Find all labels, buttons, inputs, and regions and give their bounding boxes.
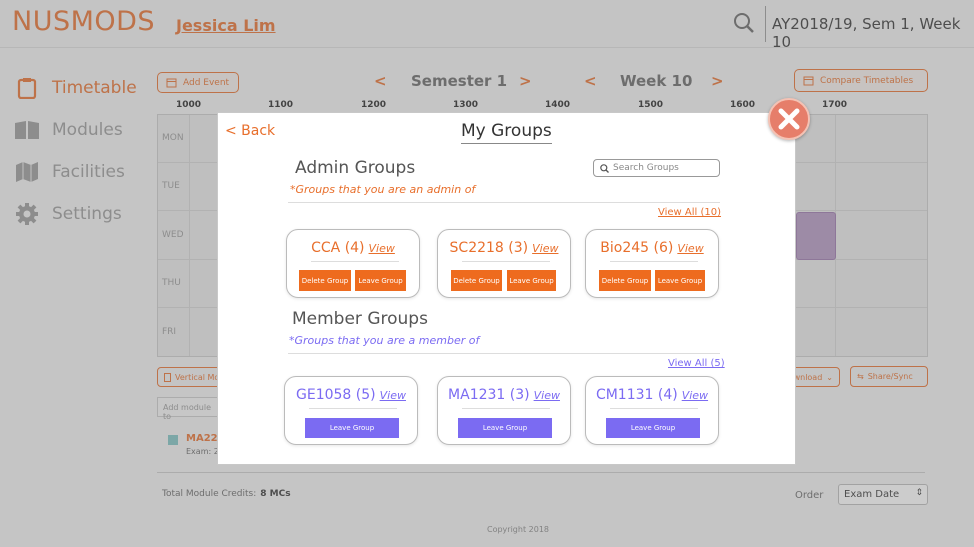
delete-group-button[interactable]: Delete Group	[299, 270, 351, 291]
back-button[interactable]: < Back	[225, 123, 275, 139]
admin-group-card: SC2218 (3) View Delete Group Leave Group	[437, 229, 571, 298]
group-name: CM1131 (4) View	[586, 387, 718, 403]
leave-group-button[interactable]: Leave Group	[606, 418, 700, 438]
group-title: SC2218 (3)	[449, 240, 529, 256]
admin-group-card: Bio245 (6) View Delete Group Leave Group	[585, 229, 719, 298]
group-title: CM1131 (4)	[595, 387, 678, 403]
card-divider	[309, 408, 397, 409]
group-title: CCA (4)	[311, 240, 365, 256]
group-name: SC2218 (3) View	[438, 240, 570, 256]
admin-groups-title: Admin Groups	[295, 158, 416, 178]
member-group-card: GE1058 (5) View Leave Group	[284, 376, 418, 445]
group-view-link[interactable]: View	[677, 242, 703, 255]
group-view-link[interactable]: View	[380, 389, 406, 402]
card-divider	[610, 408, 698, 409]
card-divider	[462, 261, 550, 262]
member-groups-title: Member Groups	[292, 309, 428, 329]
member-view-all-link[interactable]: View All (5)	[668, 358, 725, 369]
group-title: MA1231 (3)	[448, 387, 530, 403]
group-view-link[interactable]: View	[682, 389, 708, 402]
group-title: Bio245 (6)	[600, 240, 674, 256]
leave-group-button[interactable]: Leave Group	[305, 418, 399, 438]
card-divider	[311, 261, 399, 262]
group-view-link[interactable]: View	[532, 242, 558, 255]
leave-group-button[interactable]: Leave Group	[355, 270, 406, 291]
admin-group-card: CCA (4) View Delete Group Leave Group	[286, 229, 420, 298]
member-group-card: CM1131 (4) View Leave Group	[585, 376, 719, 445]
search-icon	[600, 163, 609, 173]
group-view-link[interactable]: View	[369, 242, 395, 255]
group-name: CCA (4) View	[287, 240, 419, 256]
leave-group-button[interactable]: Leave Group	[655, 270, 705, 291]
group-title: GE1058 (5)	[296, 387, 376, 403]
card-divider	[610, 261, 698, 262]
leave-group-button[interactable]: Leave Group	[507, 270, 556, 291]
member-groups-subtitle: *Groups that you are a member of	[289, 334, 480, 347]
delete-group-button[interactable]: Delete Group	[451, 270, 502, 291]
group-name: Bio245 (6) View	[586, 240, 718, 256]
member-group-card: MA1231 (3) View Leave Group	[437, 376, 571, 445]
modal-title: My Groups	[461, 121, 552, 144]
group-name: GE1058 (5) View	[285, 387, 417, 403]
search-groups-input[interactable]: Search Groups	[593, 159, 720, 177]
section-divider	[288, 353, 720, 354]
section-divider	[288, 202, 720, 203]
delete-group-button[interactable]: Delete Group	[599, 270, 651, 291]
group-name: MA1231 (3) View	[438, 387, 570, 403]
card-divider	[462, 408, 550, 409]
close-icon	[778, 108, 800, 130]
close-modal-button[interactable]	[768, 98, 810, 140]
search-placeholder: Search Groups	[613, 163, 679, 173]
leave-group-button[interactable]: Leave Group	[458, 418, 552, 438]
my-groups-modal: < Back My Groups Admin Groups *Groups th…	[217, 112, 796, 465]
admin-view-all-link[interactable]: View All (10)	[658, 207, 721, 218]
admin-groups-subtitle: *Groups that you are an admin of	[290, 183, 476, 196]
group-view-link[interactable]: View	[534, 389, 560, 402]
